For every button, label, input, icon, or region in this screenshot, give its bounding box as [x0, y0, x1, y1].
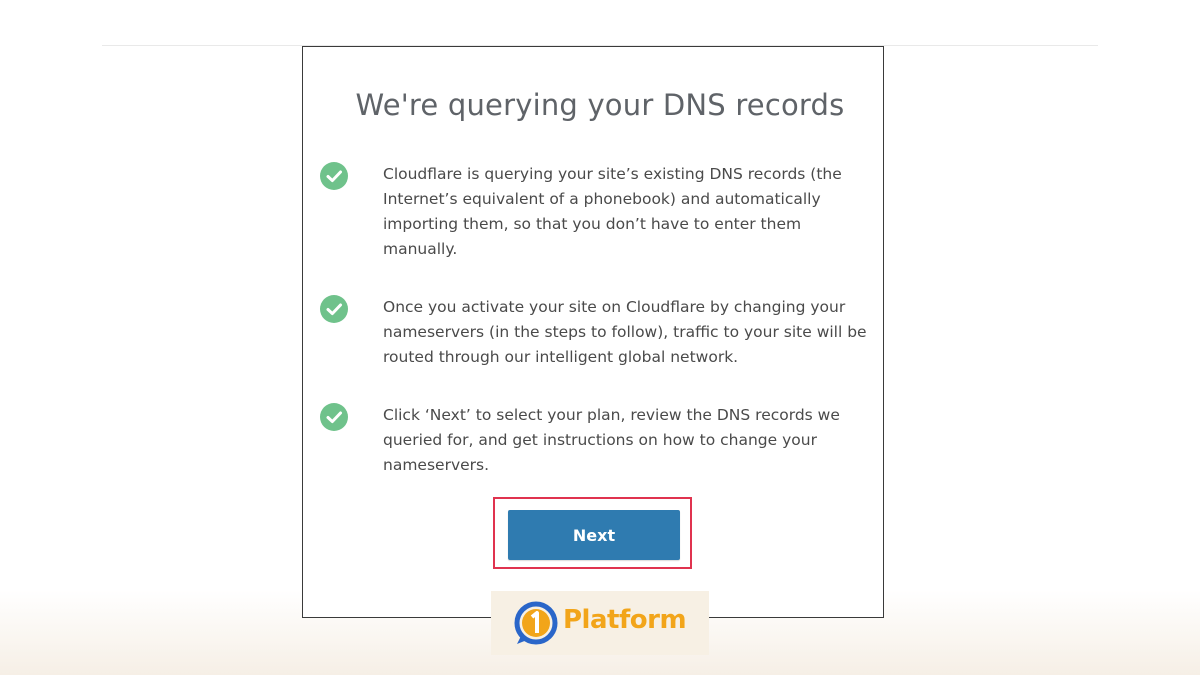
- platform-brand-text: Platform: [563, 605, 687, 635]
- next-button[interactable]: Next: [508, 510, 680, 560]
- info-item-text: Click ‘Next’ to select your plan, review…: [383, 406, 840, 474]
- check-circle-icon: [320, 295, 348, 323]
- platform-logo-icon: [514, 601, 558, 645]
- dialog-title: We're querying your DNS records: [355, 88, 845, 122]
- info-item-text: Cloudflare is querying your site’s exist…: [383, 165, 842, 258]
- info-item-text: Once you activate your site on Cloudflar…: [383, 298, 867, 366]
- check-circle-icon: [320, 162, 348, 190]
- platform-watermark: Platform: [491, 591, 709, 655]
- check-circle-icon: [320, 403, 348, 431]
